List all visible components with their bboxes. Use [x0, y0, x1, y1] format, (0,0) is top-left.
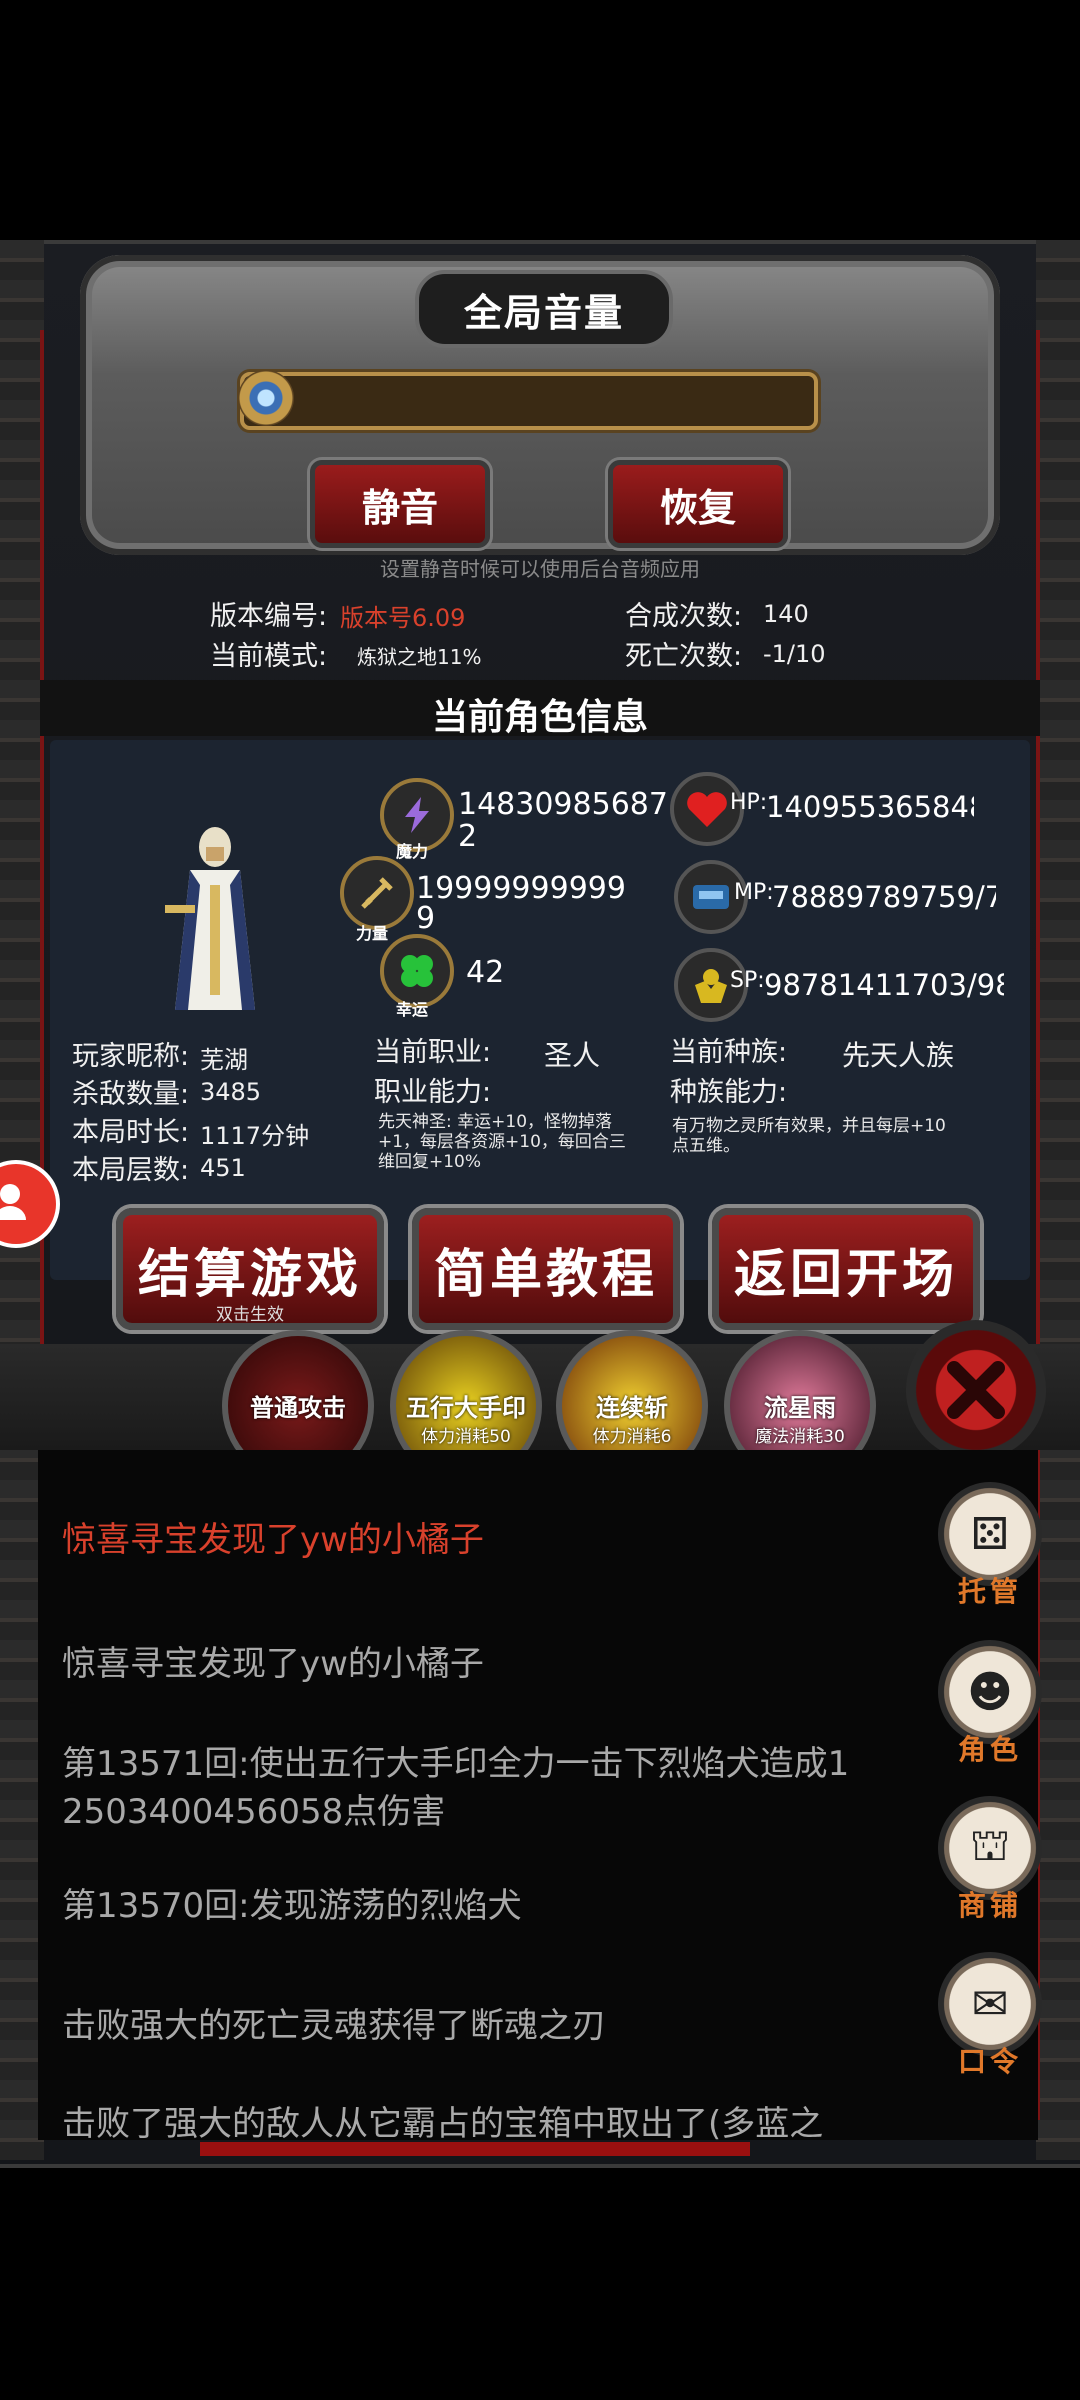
luck-label: 幸运 [396, 1000, 429, 1019]
luck-value: 42 [466, 955, 505, 990]
return-button[interactable]: 返回开场 [712, 1208, 980, 1330]
shop-label[interactable]: 商铺 [938, 1884, 1042, 1924]
hp-value: 140955365848 [766, 790, 974, 824]
race-value: 先天人族 [842, 1039, 955, 1072]
log-line: 惊喜寻宝发现了yw的小橘子 [62, 1644, 484, 1684]
hp-label: HP: [730, 790, 768, 815]
skill-cost: 体力消耗6 [592, 1427, 672, 1447]
right-rail [1036, 240, 1080, 2160]
mp-value: 78889789759/78 [772, 880, 996, 914]
floor-label: 本局层数: [72, 1155, 190, 1186]
duration-value: 1117分钟 [200, 1122, 310, 1150]
kills-label: 杀敌数量: [72, 1079, 190, 1110]
mode-label: 当前模式: [210, 641, 328, 672]
role-label[interactable]: 角色 [938, 1728, 1042, 1768]
close-skills-button[interactable] [906, 1320, 1046, 1460]
power-icon [340, 856, 414, 930]
volume-title-plate: 全局音量 [415, 270, 673, 348]
restore-button[interactable]: 恢复 [608, 460, 788, 548]
floor-value: 451 [200, 1154, 246, 1182]
kills-value: 3485 [200, 1078, 262, 1106]
auto-label[interactable]: 托管 [938, 1570, 1042, 1610]
craft-label: 合成次数: [625, 601, 743, 632]
settle-hint: 双击生效 [216, 1305, 284, 1325]
log-line: 击败强大的死亡灵魂获得了断魂之刃 [62, 2006, 606, 2046]
skill-name: 连续斩 [596, 1394, 668, 1422]
duration-label: 本局时长: [72, 1117, 190, 1148]
skill-name: 五行大手印 [406, 1394, 526, 1422]
death-value: -1/10 [763, 640, 826, 668]
race-ability-label: 种族能力: [670, 1077, 788, 1108]
skill-cost: 体力消耗50 [421, 1427, 511, 1447]
skill-cost: 魔法消耗30 [755, 1427, 845, 1447]
mp-label: MP: [734, 880, 774, 905]
craft-value: 140 [763, 600, 809, 628]
log-line: 第13571回:使出五行大手印全力一击下烈焰犬造成1 [62, 1744, 850, 1784]
progress-bar [200, 2142, 750, 2156]
race-label: 当前种族: [670, 1037, 788, 1068]
nickname-value: 芜湖 [200, 1046, 248, 1074]
nickname-label: 玩家昵称: [72, 1041, 190, 1072]
skill-name: 流星雨 [764, 1394, 836, 1422]
sp-value: 98781411703/987 [764, 968, 1004, 1002]
log-line: 第13570回:发现游荡的烈焰犬 [62, 1886, 522, 1926]
floating-user-button[interactable] [0, 1164, 56, 1244]
log-line: 2503400456058点伤害 [62, 1792, 446, 1832]
version-label: 版本编号: [210, 601, 328, 632]
mute-button[interactable]: 静音 [310, 460, 490, 548]
command-label[interactable]: 口令 [938, 2040, 1042, 2080]
volume-title: 全局音量 [463, 290, 624, 335]
job-value: 圣人 [544, 1039, 601, 1072]
log-line: 惊喜寻宝发现了yw的小橘子 [62, 1520, 484, 1560]
char-section-title: 当前角色信息 [431, 697, 648, 738]
mode-value: 炼狱之地11% [357, 645, 482, 669]
volume-slider-knob[interactable] [238, 370, 294, 426]
race-ability-text: 有万物之灵所有效果，并且每层+10点五维。 [672, 1116, 946, 1156]
sp-label: SP: [730, 968, 765, 993]
volume-slider[interactable] [240, 372, 818, 430]
job-ability-text: 先天神圣: 幸运+10，怪物掉落+1，每层各资源+10，每回合三维回复+10% [378, 1112, 626, 1172]
log-line: 击败了强大的敌人从它霸占的宝箱中取出了(多蓝之 [62, 2104, 824, 2140]
magic-value-line2: 2 [458, 819, 478, 854]
magic-value-line1: 14830985687 [458, 787, 668, 822]
power-value-line1: 19999999999 [416, 871, 626, 906]
job-label: 当前职业: [374, 1037, 492, 1068]
power-label: 力量 [356, 924, 389, 943]
tutorial-button[interactable]: 简单教程 [412, 1208, 680, 1330]
volume-hint: 设置静音时候可以使用后台音频应用 [380, 557, 700, 581]
skill-name: 普通攻击 [250, 1394, 346, 1422]
magic-label: 魔力 [396, 842, 429, 861]
character-avatar [160, 825, 270, 1015]
power-value-line2: 9 [416, 901, 436, 936]
version-value: 版本号6.09 [340, 604, 466, 632]
death-label: 死亡次数: [625, 641, 743, 672]
job-ability-label: 职业能力: [374, 1077, 492, 1108]
